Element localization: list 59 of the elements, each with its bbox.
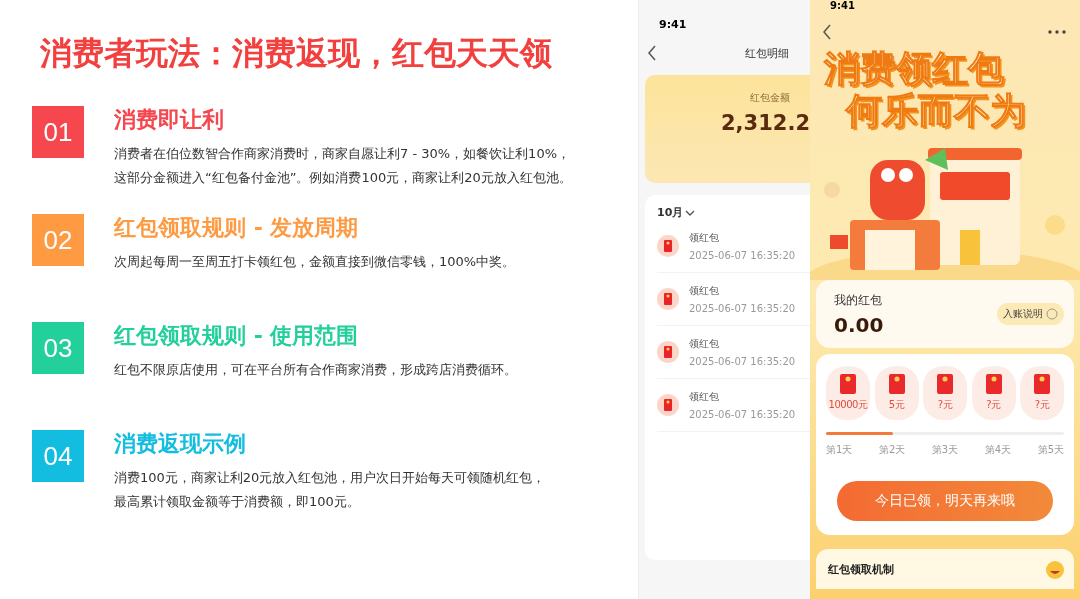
laughing-face-icon [1044,559,1066,579]
point-heading: 红包领取规则 - 使用范围 [114,322,360,350]
record-time: 2025-06-07 16:35:20 [689,356,796,367]
banner-headline: 何乐而不为 [844,90,1027,132]
point-text: 次周起每周一至周五打卡领红包，金额直接到微信零钱，100%中奖。 [114,253,516,271]
envelope-icon [657,341,679,363]
slide-title: 消费者玩法：消费返现，红包天天领 [40,33,553,74]
reward-amount: 10000元 [828,398,868,412]
record-time: 2025-06-07 16:35:20 [689,303,796,314]
record-title: 领红包 [689,284,720,298]
section-title: 红包领取机制 [828,561,894,577]
balance-label: 红包金额 [749,91,791,105]
month-selector[interactable]: 10月 [657,205,696,220]
banner-headline: 消费领红包 [823,48,1005,90]
envelope-icon [657,288,679,310]
reward-amount: ?元 [937,398,953,412]
wallet-label: 我的红包 [834,291,883,309]
day-label: 第4天 [984,443,1012,457]
envelope-icon [985,374,1002,394]
back-icon[interactable] [822,24,832,40]
status-time: 9:41 [829,0,856,12]
balance-amount: 2,312.2 [720,111,810,135]
number-badge: 04 [32,430,84,482]
record-title: 领红包 [689,390,720,404]
point-text: 消费100元，商家让利20元放入红包池，用户次日开始每天可领随机红包， [114,469,546,487]
reward-amount: ?元 [986,398,1001,412]
number-badge: 02 [32,214,84,266]
envelope-icon [888,374,905,394]
envelope-icon [1034,374,1050,394]
day-label: 第5天 [1037,443,1064,457]
more-icon[interactable] [1048,30,1066,34]
point-text: 消费者在伯位数智合作商家消费时，商家自愿让利7 - 30%，如餐饮让利10%， [114,145,571,163]
envelope-icon [657,394,679,416]
point-heading: 消费返现示例 [114,430,247,458]
record-title: 领红包 [689,231,720,245]
info-button[interactable]: 入账说明 [997,303,1064,325]
chevron-down-icon [685,208,696,217]
wallet-amount[interactable]: 0.00 [834,312,884,337]
envelope-icon [840,374,856,394]
point-text: 这部分金额进入“红包备付金池”。例如消费100元，商家让利20元放入红包池。 [114,169,572,187]
envelope-icon [937,374,953,394]
reward-amount: 5元 [888,398,905,412]
point-text: 红包不限原店使用，可在平台所有合作商家消费，形成跨店消费循环。 [114,361,517,379]
back-icon[interactable] [647,45,657,61]
record-title: 领红包 [689,337,720,351]
day-label: 第1天 [826,443,853,457]
point-text: 最高累计领取金额等于消费额，即100元。 [114,493,361,511]
record-time: 2025-06-07 16:35:20 [689,409,796,420]
day-label: 第2天 [878,443,906,457]
number-badge: 03 [32,322,84,374]
day-label: 第3天 [931,443,959,457]
number-badge: 01 [32,106,84,158]
reward-amount: ?元 [1034,398,1050,412]
record-time: 2025-06-07 16:35:20 [689,250,796,261]
point-heading: 消费即让利 [114,106,225,134]
point-heading: 红包领取规则 - 发放周期 [114,214,360,242]
envelope-icon [657,235,679,257]
page-title: 红包明细 [745,45,789,61]
status-time: 9:41 [658,18,688,31]
